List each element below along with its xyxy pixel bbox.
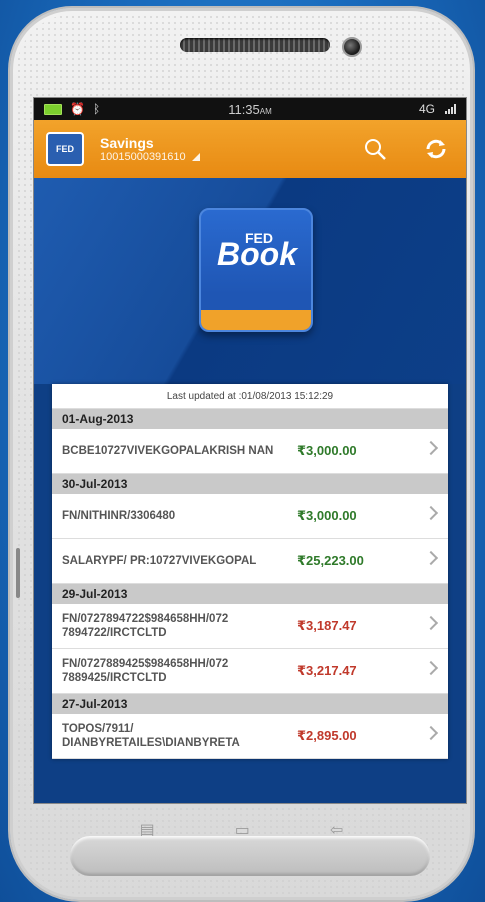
transaction-row[interactable]: SALARYPF/ PR:10727VIVEKGOPAL ₹25,223.00 <box>52 539 448 584</box>
transaction-desc: SALARYPF/ PR:10727VIVEKGOPAL <box>62 555 257 567</box>
front-camera <box>342 37 362 57</box>
home-button[interactable] <box>70 836 430 876</box>
speaker-grille <box>180 38 330 52</box>
transaction-desc: FN/NITHINR/3306480 <box>62 510 176 522</box>
last-updated-text: Last updated at :01/08/2013 15:12:29 <box>52 384 448 409</box>
status-bar: ⏰ ᛒ 11:35AM 4G <box>34 98 466 120</box>
account-number: 10015000391610 <box>100 151 186 163</box>
date-header: 30-Jul-2013 <box>52 474 448 494</box>
volume-button[interactable] <box>16 548 20 598</box>
date-header: 27-Jul-2013 <box>52 694 448 714</box>
transaction-row[interactable]: BCBE10727VIVEKGOPALAKRISH NAN ₹3,000.00 <box>52 429 448 474</box>
status-time-suffix: AM <box>259 106 272 116</box>
app-logo-icon[interactable]: FED <box>46 132 84 166</box>
transaction-desc: TOPOS/7911/ DIANBYRETAILES\DIANBYRETA <box>62 723 240 749</box>
refresh-icon[interactable] <box>424 137 448 161</box>
transaction-desc: BCBE10727VIVEKGOPALAKRISH NAN <box>62 445 274 457</box>
signal-icon <box>445 104 456 114</box>
status-time: 11:35AM <box>228 101 272 117</box>
app-header: FED Savings 10015000391610 <box>34 120 466 178</box>
transaction-row[interactable]: FN/NITHINR/3306480 ₹3,000.00 <box>52 494 448 539</box>
dropdown-icon <box>191 153 200 161</box>
transaction-list: Last updated at :01/08/2013 15:12:29 01-… <box>52 384 448 759</box>
transaction-desc: FN/0727894722$984658HH/072 7894722/IRCTC… <box>62 613 229 639</box>
phone-screen: ⏰ ᛒ 11:35AM 4G FED Savings 1001500039161… <box>33 97 467 804</box>
search-icon[interactable] <box>362 136 388 162</box>
transaction-desc: FN/0727889425$984658HH/072 7889425/IRCTC… <box>62 658 229 684</box>
phone-frame: ⏰ ᛒ 11:35AM 4G FED Savings 1001500039161… <box>10 8 473 900</box>
hero-banner: FED Book <box>34 178 466 384</box>
transaction-row[interactable]: FN/0727889425$984658HH/072 7889425/IRCTC… <box>52 649 448 694</box>
date-header: 29-Jul-2013 <box>52 584 448 604</box>
account-selector[interactable]: Savings 10015000391610 <box>100 135 200 163</box>
transaction-row[interactable]: TOPOS/7911/ DIANBYRETAILES\DIANBYRETA ₹2… <box>52 714 448 759</box>
network-label: 4G <box>418 102 435 116</box>
date-header: 01-Aug-2013 <box>52 409 448 429</box>
fedbook-logo: FED Book <box>199 208 313 332</box>
transaction-row[interactable]: FN/0727894722$984658HH/072 7894722/IRCTC… <box>52 604 448 649</box>
account-type: Savings <box>100 135 154 151</box>
logo-band <box>201 310 311 330</box>
logo-book-text: Book <box>217 236 297 272</box>
